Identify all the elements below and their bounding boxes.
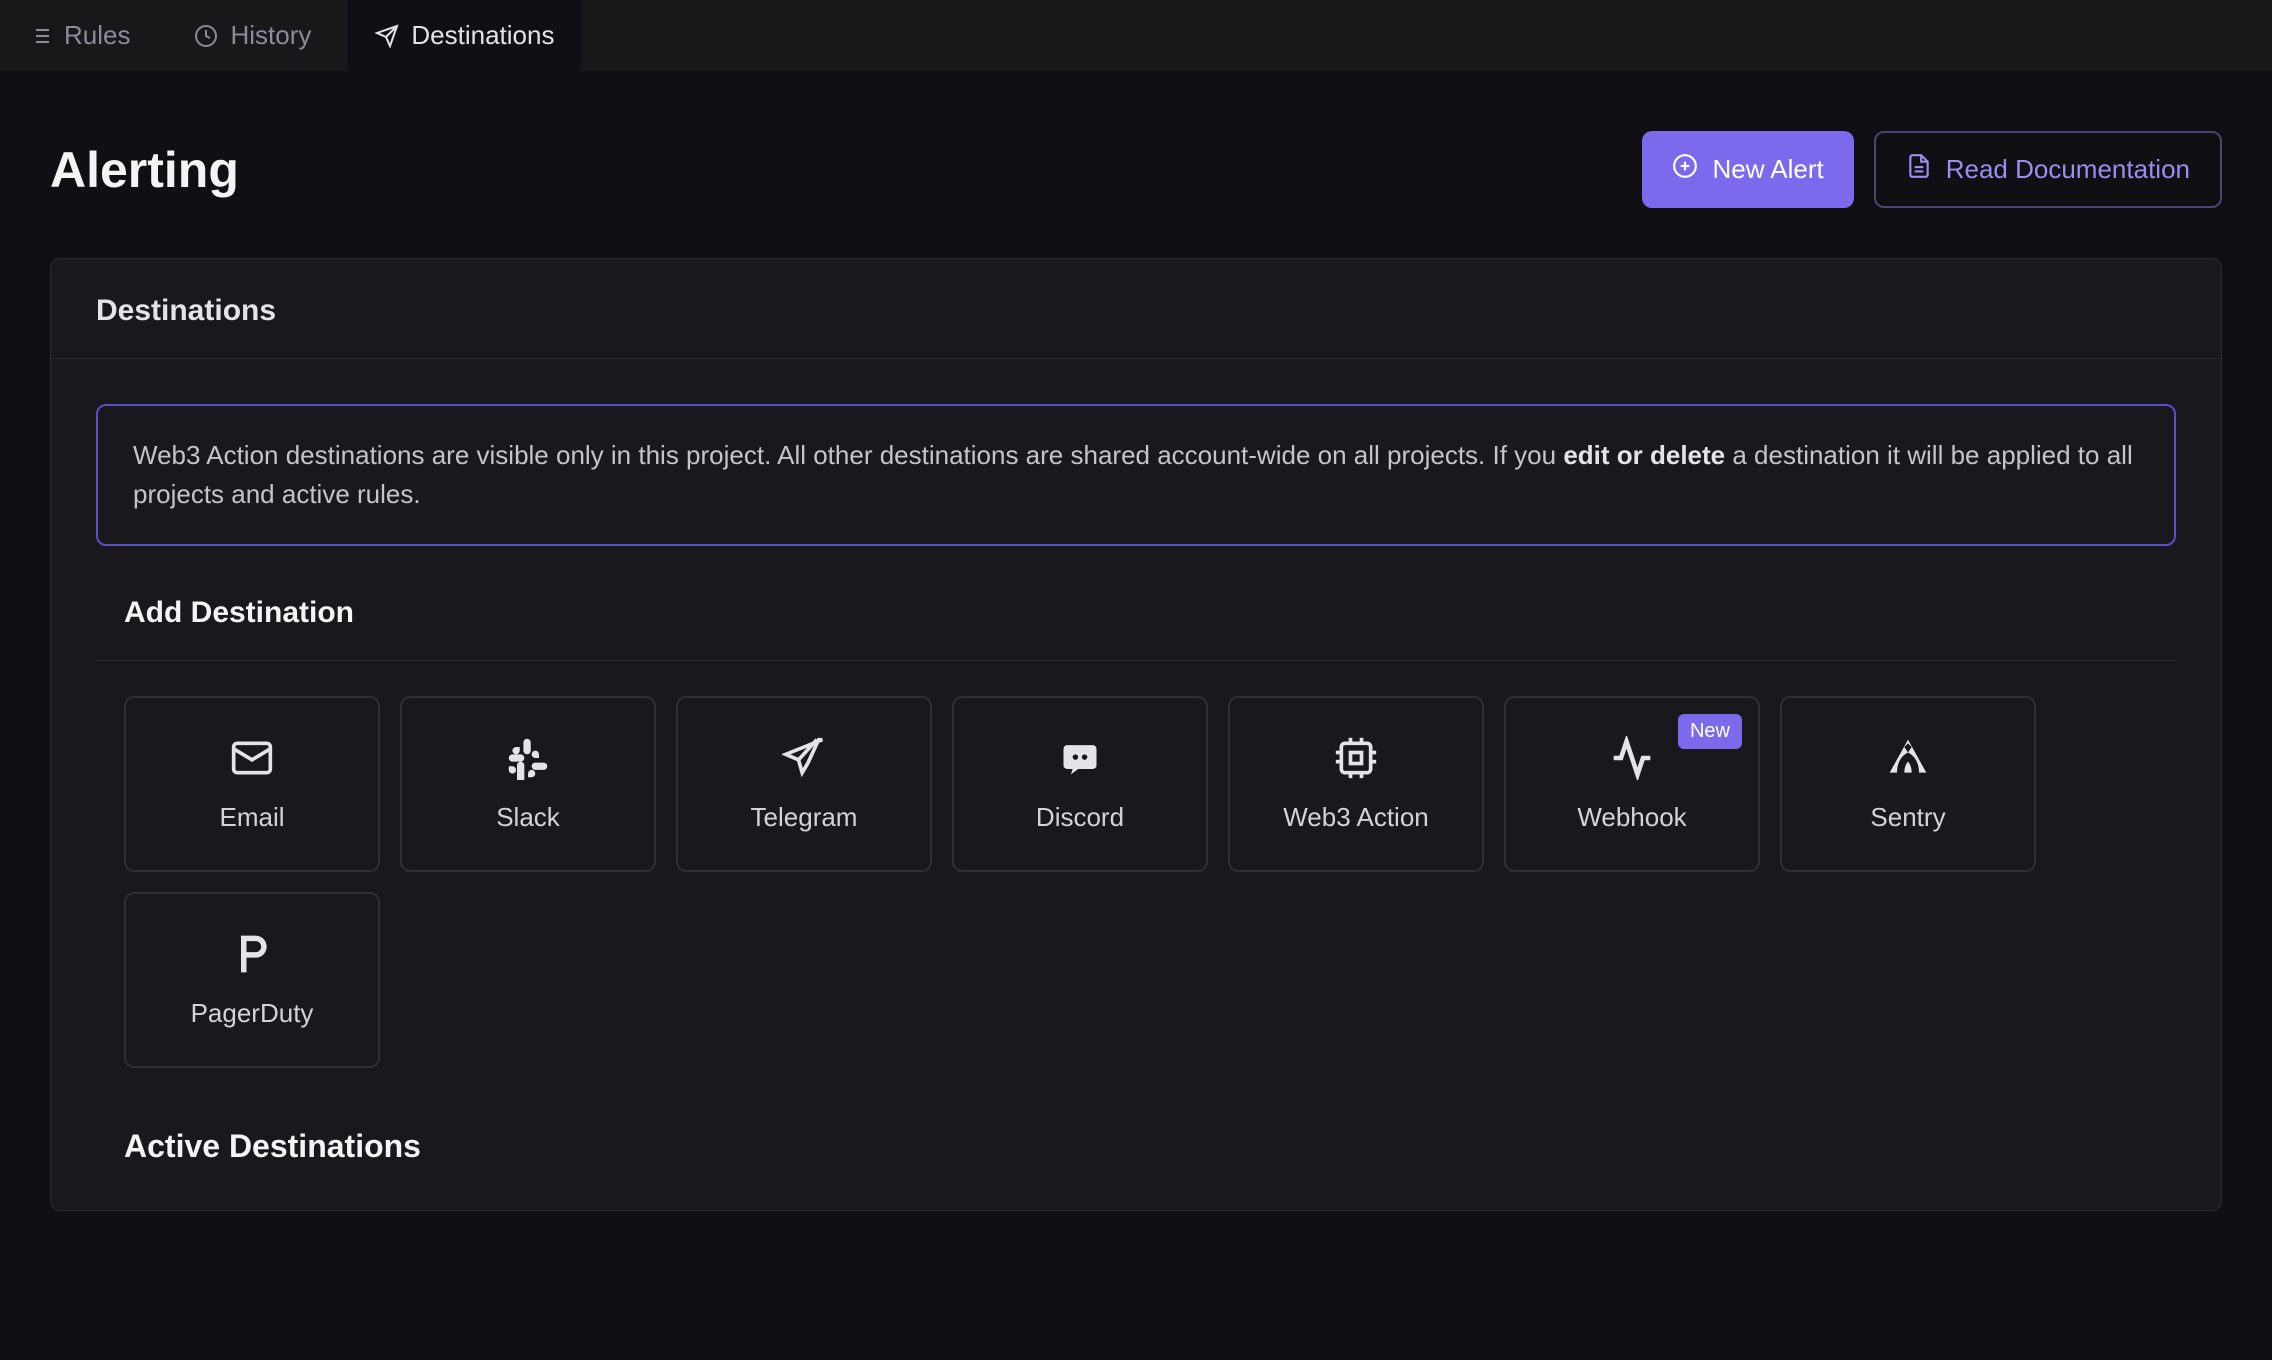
card-body: Web3 Action destinations are visible onl… bbox=[51, 359, 2221, 1210]
destination-telegram[interactable]: Telegram bbox=[676, 696, 932, 872]
destination-label: PagerDuty bbox=[191, 998, 314, 1029]
button-label: Read Documentation bbox=[1946, 154, 2190, 185]
header-actions: New Alert Read Documentation bbox=[1642, 131, 2222, 208]
activity-icon bbox=[1610, 736, 1654, 780]
card-header: Destinations bbox=[51, 259, 2221, 359]
destination-slack[interactable]: Slack bbox=[400, 696, 656, 872]
active-destinations-title: Active Destinations bbox=[124, 1128, 2176, 1165]
tab-label: Rules bbox=[64, 20, 130, 51]
clock-icon bbox=[194, 24, 218, 48]
destination-label: Web3 Action bbox=[1283, 802, 1429, 833]
destination-label: Webhook bbox=[1577, 802, 1686, 833]
card-title: Destinations bbox=[96, 294, 2176, 328]
mail-icon bbox=[230, 736, 274, 780]
tab-destinations[interactable]: Destinations bbox=[347, 0, 582, 71]
page-header: Alerting New Alert Read Documentation bbox=[50, 131, 2222, 208]
tab-label: History bbox=[230, 20, 311, 51]
plus-circle-icon bbox=[1672, 153, 1698, 186]
sentry-icon bbox=[1886, 736, 1930, 780]
tab-history[interactable]: History bbox=[166, 0, 339, 71]
tabs-bar: Rules History Destinations bbox=[0, 0, 2272, 71]
destination-label: Discord bbox=[1036, 802, 1124, 833]
destinations-card: Destinations Web3 Action destinations ar… bbox=[50, 258, 2222, 1211]
read-documentation-button[interactable]: Read Documentation bbox=[1874, 131, 2222, 208]
send-icon bbox=[375, 24, 399, 48]
destination-pagerduty[interactable]: PagerDuty bbox=[124, 892, 380, 1068]
destination-discord[interactable]: Discord bbox=[952, 696, 1208, 872]
button-label: New Alert bbox=[1712, 154, 1823, 185]
list-icon bbox=[28, 24, 52, 48]
tab-rules[interactable]: Rules bbox=[0, 0, 158, 71]
discord-icon bbox=[1058, 736, 1102, 780]
page-title: Alerting bbox=[50, 141, 239, 199]
tab-label: Destinations bbox=[411, 20, 554, 51]
destination-sentry[interactable]: Sentry bbox=[1780, 696, 2036, 872]
destination-webhook[interactable]: New Webhook bbox=[1504, 696, 1760, 872]
new-alert-button[interactable]: New Alert bbox=[1642, 131, 1853, 208]
page-content: Alerting New Alert Read Documentation De… bbox=[0, 71, 2272, 1271]
pagerduty-icon bbox=[230, 932, 274, 976]
destination-grid: Email Slack Telegram bbox=[124, 696, 2176, 1068]
info-text-bold: edit or delete bbox=[1563, 440, 1725, 470]
cpu-icon bbox=[1334, 736, 1378, 780]
slack-icon bbox=[506, 736, 550, 780]
info-text-prefix: Web3 Action destinations are visible onl… bbox=[133, 440, 1563, 470]
destination-label: Slack bbox=[496, 802, 560, 833]
file-text-icon bbox=[1906, 153, 1932, 186]
new-badge: New bbox=[1678, 714, 1742, 749]
divider bbox=[96, 660, 2176, 661]
destination-web3-action[interactable]: Web3 Action bbox=[1228, 696, 1484, 872]
destination-label: Telegram bbox=[751, 802, 858, 833]
telegram-icon bbox=[782, 736, 826, 780]
destination-label: Email bbox=[219, 802, 284, 833]
destination-email[interactable]: Email bbox=[124, 696, 380, 872]
add-destination-title: Add Destination bbox=[124, 596, 2176, 630]
info-banner: Web3 Action destinations are visible onl… bbox=[96, 404, 2176, 546]
destination-label: Sentry bbox=[1870, 802, 1945, 833]
